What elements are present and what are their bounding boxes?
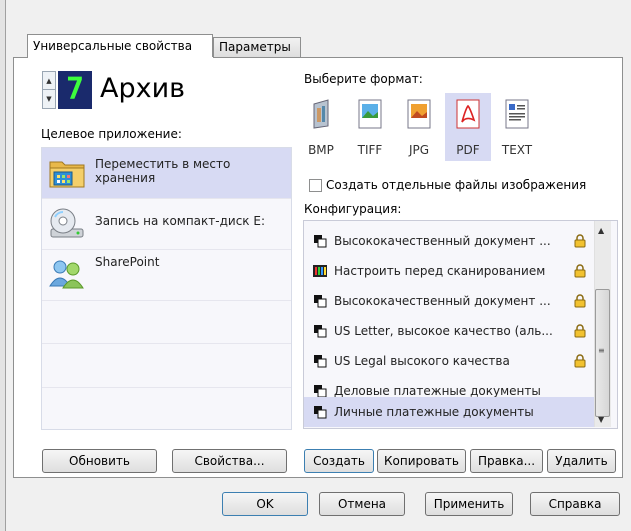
config-icon [314,325,327,338]
format-label-pdf: PDF [456,143,480,157]
window-left-border [0,0,6,531]
format-label-jpg: JPG [408,143,430,157]
scroll-grip-icon: ≡ [598,346,605,355]
config-list[interactable]: Высококачественный документ ... Настроит… [303,220,618,429]
config-label: Конфигурация: [304,202,402,216]
help-button[interactable]: Справка [530,492,620,516]
lock-icon [574,324,586,338]
config-item-label: US Letter, высокое качество (аль... [334,324,553,338]
refresh-button[interactable]: Обновить [42,449,157,473]
config-icon [314,355,327,368]
tiff-file-icon [358,99,382,129]
edit-button[interactable]: Правка... [470,449,543,473]
config-item-label: US Legal высокого качества [334,354,510,368]
format-label-bmp: BMP [308,143,334,157]
format-jpg[interactable]: JPG [396,93,442,161]
lock-icon [574,354,586,368]
divider [42,343,291,344]
spinner-down-icon[interactable]: ▼ [43,90,55,108]
format-tiff[interactable]: TIFF [347,93,393,161]
config-icon [314,295,327,308]
format-text[interactable]: TEXT [494,93,540,161]
jpg-file-icon [407,99,431,129]
lock-icon [574,234,586,248]
config-item-label: Деловые платежные документы [334,384,541,398]
format-label-text: TEXT [501,143,533,157]
delete-button[interactable]: Удалить [547,449,616,473]
divider [42,387,291,388]
config-item-label: Личные платежные документы [334,405,534,419]
target-app-label: Целевое приложение: [41,127,182,141]
list-item-sharepoint[interactable]: SharePoint [42,250,291,300]
scroll-down-icon[interactable]: ▼ [598,415,604,424]
copy-button[interactable]: Копировать [377,449,466,473]
format-label-tiff: TIFF [357,143,383,157]
tab-parameters[interactable]: Параметры [213,37,301,58]
configure-before-scan-icon [313,265,327,277]
tab-join [28,57,213,59]
config-item-label: Высококачественный документ ... [334,234,551,248]
button-number-spinner[interactable]: ▲ ▼ [42,71,56,109]
cancel-button[interactable]: Отмена [319,492,405,516]
sharepoint-icon [49,260,84,289]
button-number-display: 7 [58,71,92,109]
list-item-config[interactable]: Настроить перед сканированием [304,256,594,286]
format-label: Выберите формат: [304,72,423,86]
app-label: Запись на компакт-диск E: [95,214,265,228]
config-icon [314,406,327,419]
bmp-file-icon [313,99,329,129]
separate-files-checkbox[interactable] [309,179,322,192]
format-bmp[interactable]: BMP [298,93,344,161]
apply-button[interactable]: Применить [425,492,513,516]
config-icon [314,235,327,248]
app-label: SharePoint [95,255,160,269]
target-app-list[interactable]: Переместить в место хранения Запись на к… [41,147,292,430]
tab-universal-properties[interactable]: Универсальные свойства [27,34,213,58]
list-item-config[interactable]: Высококачественный документ ... [304,286,594,316]
ok-button[interactable]: OK [222,492,308,516]
list-item-config-selected[interactable]: Личные платежные документы [304,397,594,427]
lock-icon [574,294,586,308]
config-item-label: Настроить перед сканированием [334,264,546,278]
button-name-title: Архив [100,73,186,104]
properties-button[interactable]: Свойства... [172,449,287,473]
scroll-up-icon[interactable]: ▲ [598,226,604,235]
folder-move-icon [49,161,85,188]
list-item-config[interactable]: US Letter, высокое качество (аль... [304,316,594,346]
list-item-config[interactable]: US Legal высокого качества [304,346,594,376]
list-item-cd-burn[interactable]: Запись на компакт-диск E: [42,199,291,249]
pdf-file-icon [456,99,480,129]
text-file-icon [505,99,529,129]
config-icon [314,385,327,398]
lock-icon [574,264,586,278]
create-button[interactable]: Создать [304,449,374,473]
divider [42,300,291,301]
list-item-move-to-storage[interactable]: Переместить в место хранения [42,148,291,198]
cd-drive-icon [50,208,84,238]
spinner-up-icon[interactable]: ▲ [43,72,55,90]
config-item-label: Высококачественный документ ... [334,294,551,308]
separate-files-label: Создать отдельные файлы изображения [326,178,587,192]
list-item-config[interactable]: Высококачественный документ ... [304,226,594,256]
format-pdf[interactable]: PDF [445,93,491,161]
app-label: Переместить в место хранения [95,157,231,185]
